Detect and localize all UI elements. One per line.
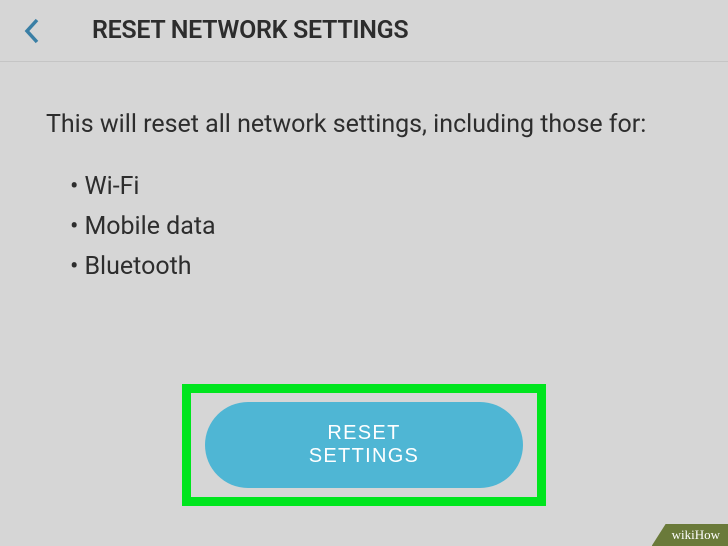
reset-settings-button[interactable]: RESET SETTINGS xyxy=(205,402,523,488)
list-item-label: Wi-Fi xyxy=(84,172,139,201)
list-item: •Wi-Fi xyxy=(70,167,682,207)
settings-list: •Wi-Fi •Mobile data •Bluetooth xyxy=(46,167,682,287)
watermark: wikiHow xyxy=(652,524,728,546)
header-bar: RESET NETWORK SETTINGS xyxy=(0,0,728,62)
highlight-box: RESET SETTINGS xyxy=(182,384,546,506)
description-text: This will reset all network settings, in… xyxy=(46,108,682,142)
chevron-left-icon xyxy=(23,17,41,45)
list-item-label: Bluetooth xyxy=(84,252,191,281)
list-item: •Bluetooth xyxy=(70,247,682,287)
list-item-label: Mobile data xyxy=(84,212,215,241)
content-area: This will reset all network settings, in… xyxy=(0,62,728,287)
back-button[interactable] xyxy=(12,11,52,51)
list-item: •Mobile data xyxy=(70,207,682,247)
page-title: RESET NETWORK SETTINGS xyxy=(92,16,408,45)
button-area: RESET SETTINGS xyxy=(182,384,546,506)
